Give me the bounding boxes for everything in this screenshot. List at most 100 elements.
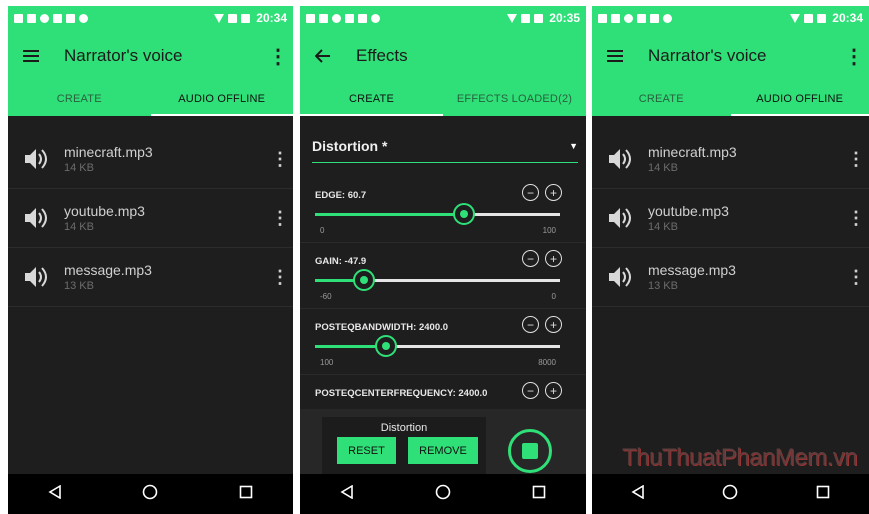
speaker-icon bbox=[8, 206, 64, 230]
slider-min-label: 0 bbox=[320, 226, 325, 235]
signal-icon bbox=[804, 13, 814, 23]
list-item[interactable]: minecraft.mp3 14 KB ⋮ bbox=[8, 130, 293, 189]
slider-max-label: 100 bbox=[542, 226, 556, 235]
decrease-icon[interactable]: − bbox=[522, 316, 539, 333]
notification-icons bbox=[598, 13, 790, 23]
increase-icon[interactable]: + bbox=[545, 184, 562, 201]
file-name: youtube.mp3 bbox=[64, 203, 145, 219]
signal-icon bbox=[228, 13, 238, 23]
status-time: 20:34 bbox=[256, 11, 287, 25]
menu-icon[interactable] bbox=[8, 30, 54, 82]
nav-home-icon[interactable] bbox=[722, 484, 738, 505]
file-size: 14 KB bbox=[648, 162, 678, 174]
file-meta: minecraft.mp3 14 KB bbox=[648, 144, 843, 174]
slider-track[interactable] bbox=[315, 203, 560, 225]
list-item[interactable]: message.mp3 13 KB ⋮ bbox=[592, 248, 869, 307]
file-name: minecraft.mp3 bbox=[648, 144, 737, 160]
slider-thumb[interactable] bbox=[452, 203, 475, 225]
reset-button[interactable]: RESET bbox=[337, 437, 396, 464]
nav-back-icon[interactable] bbox=[631, 484, 645, 504]
slider-max-label: 0 bbox=[551, 292, 556, 301]
nav-home-icon[interactable] bbox=[142, 484, 158, 505]
system-nav-bar bbox=[300, 474, 586, 514]
more-vert-icon[interactable]: ⋮ bbox=[843, 267, 869, 288]
list-item[interactable]: minecraft.mp3 14 KB ⋮ bbox=[592, 130, 869, 189]
decrease-icon[interactable]: − bbox=[522, 382, 539, 399]
image-icon bbox=[319, 13, 328, 23]
slider-track[interactable] bbox=[315, 335, 560, 357]
page-title: Narrator's voice bbox=[64, 46, 183, 65]
effect-card-title: Distortion bbox=[380, 422, 428, 434]
decrease-icon[interactable]: − bbox=[522, 250, 539, 267]
system-icons bbox=[790, 13, 827, 23]
slider-fill bbox=[315, 213, 464, 216]
more-vert-icon[interactable]: ⋮ bbox=[267, 267, 293, 288]
file-name: minecraft.mp3 bbox=[64, 144, 153, 160]
nav-recents-icon[interactable] bbox=[816, 485, 830, 504]
tab-create[interactable]: CREATE bbox=[8, 82, 151, 116]
file-name: message.mp3 bbox=[64, 262, 152, 278]
decrease-icon[interactable]: − bbox=[522, 184, 539, 201]
cloud-icon bbox=[40, 13, 49, 23]
speaker-icon bbox=[592, 206, 648, 230]
status-bar: 20:34 bbox=[592, 6, 869, 30]
list-item[interactable]: message.mp3 13 KB ⋮ bbox=[8, 248, 293, 307]
image-icon bbox=[611, 13, 620, 23]
file-meta: message.mp3 13 KB bbox=[648, 262, 843, 292]
param-label: GAIN: -47.9 bbox=[315, 256, 367, 267]
param-stepper: − + bbox=[522, 316, 562, 333]
system-nav-bar bbox=[8, 474, 293, 514]
param-label: POSTEQCENTERFREQUENCY: 2400.0 bbox=[315, 388, 488, 399]
slider-thumb[interactable] bbox=[375, 335, 398, 357]
file-size: 14 KB bbox=[64, 221, 94, 233]
more-vert-icon[interactable]: ⋮ bbox=[263, 44, 293, 69]
nav-back-icon[interactable] bbox=[48, 484, 62, 504]
file-meta: youtube.mp3 14 KB bbox=[64, 203, 267, 233]
more-vert-icon[interactable]: ⋮ bbox=[843, 208, 869, 229]
slider-min-label: 100 bbox=[320, 358, 334, 367]
increase-icon[interactable]: + bbox=[545, 316, 562, 333]
increase-icon[interactable]: + bbox=[545, 250, 562, 267]
tab-create[interactable]: CREATE bbox=[592, 82, 731, 116]
nav-back-icon[interactable] bbox=[340, 484, 354, 504]
tab-audio-offline[interactable]: AUDIO OFFLINE bbox=[150, 82, 294, 116]
speaker-icon bbox=[8, 265, 64, 289]
speaker-icon bbox=[592, 265, 648, 289]
voicemail-icon bbox=[53, 13, 62, 23]
watermark: ThuThuatPhanMem.vn bbox=[622, 444, 858, 471]
nav-recents-icon[interactable] bbox=[532, 485, 546, 504]
notification-icon bbox=[306, 13, 315, 23]
wifi-icon bbox=[214, 13, 225, 23]
stop-icon[interactable] bbox=[508, 429, 552, 473]
effect-dropdown[interactable]: Distortion * ▼ bbox=[312, 130, 578, 163]
sync-icon bbox=[79, 13, 88, 23]
system-nav-bar bbox=[592, 474, 869, 514]
tab-audio-offline[interactable]: AUDIO OFFLINE bbox=[730, 82, 869, 116]
sync-icon bbox=[371, 13, 380, 23]
slider-thumb[interactable] bbox=[353, 269, 375, 291]
list-item[interactable]: youtube.mp3 14 KB ⋮ bbox=[8, 189, 293, 248]
more-vert-icon[interactable]: ⋮ bbox=[839, 44, 869, 69]
more-vert-icon[interactable]: ⋮ bbox=[843, 149, 869, 170]
slider-track[interactable] bbox=[315, 269, 560, 291]
remove-button[interactable]: REMOVE bbox=[408, 437, 478, 464]
tab-effects-loaded[interactable]: EFFECTS LOADED(2) bbox=[443, 82, 586, 116]
sync-icon bbox=[663, 13, 672, 23]
tab-create[interactable]: CREATE bbox=[300, 82, 443, 116]
speaker-icon bbox=[592, 147, 648, 171]
menu-icon[interactable] bbox=[592, 30, 638, 82]
nav-recents-icon[interactable] bbox=[239, 485, 253, 504]
file-meta: youtube.mp3 14 KB bbox=[648, 203, 843, 233]
file-name: message.mp3 bbox=[648, 262, 736, 278]
slider-max-label: 8000 bbox=[538, 358, 556, 367]
param-posteqbandwidth: POSTEQBANDWIDTH: 2400.0 − + 100 8000 bbox=[300, 308, 586, 375]
page-title: Effects bbox=[356, 46, 408, 65]
back-arrow-icon[interactable] bbox=[300, 30, 346, 82]
list-item[interactable]: youtube.mp3 14 KB ⋮ bbox=[592, 189, 869, 248]
notification-icons bbox=[306, 13, 507, 23]
message-icon bbox=[650, 13, 659, 23]
more-vert-icon[interactable]: ⋮ bbox=[267, 208, 293, 229]
more-vert-icon[interactable]: ⋮ bbox=[267, 149, 293, 170]
increase-icon[interactable]: + bbox=[545, 382, 562, 399]
nav-home-icon[interactable] bbox=[435, 484, 451, 505]
